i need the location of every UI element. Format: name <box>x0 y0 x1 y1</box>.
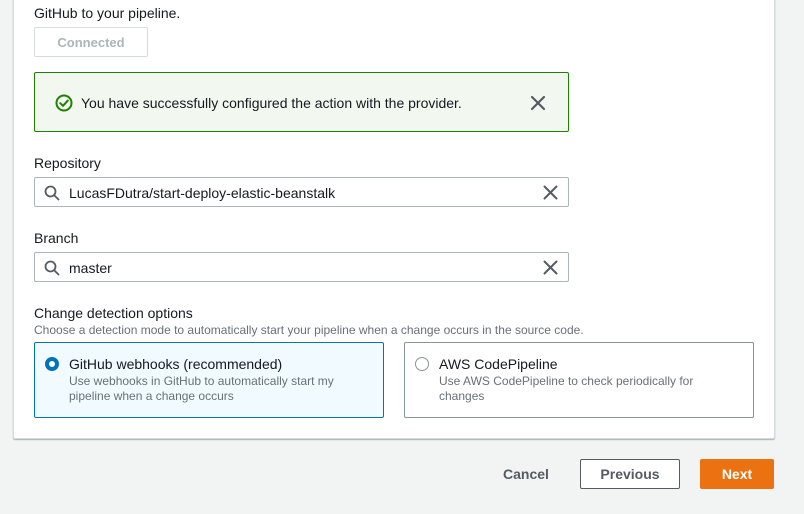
search-icon <box>44 260 60 276</box>
cancel-button[interactable]: Cancel <box>490 459 562 489</box>
success-flashbar: You have successfully configured the act… <box>34 72 569 132</box>
option-description: Use webhooks in GitHub to automatically … <box>69 374 334 403</box>
repository-value[interactable]: LucasFDutra/start-deploy-elastic-beansta… <box>69 185 335 201</box>
connected-button: Connected <box>34 27 148 57</box>
branch-label: Branch <box>34 230 79 246</box>
intro-text: GitHub to your pipeline. <box>34 5 181 21</box>
branch-value[interactable]: master <box>69 260 112 276</box>
radio-github-webhooks[interactable] <box>45 357 59 371</box>
option-aws-codepipeline[interactable]: AWS CodePipeline Use AWS CodePipeline to… <box>404 342 754 418</box>
check-circle-icon <box>55 94 73 112</box>
next-button[interactable]: Next <box>700 459 774 489</box>
option-github-webhooks[interactable]: GitHub webhooks (recommended) Use webhoo… <box>34 342 384 418</box>
clear-icon[interactable] <box>542 184 559 201</box>
option-description: Use AWS CodePipeline to check periodical… <box>439 374 694 403</box>
repository-label: Repository <box>34 155 101 171</box>
change-detection-label: Change detection options <box>34 305 193 321</box>
previous-button[interactable]: Previous <box>580 459 680 489</box>
clear-icon[interactable] <box>542 259 559 276</box>
option-title: AWS CodePipeline <box>439 356 558 372</box>
close-icon[interactable] <box>529 94 547 112</box>
radio-aws-codepipeline[interactable] <box>415 357 429 371</box>
flash-message: You have successfully configured the act… <box>81 95 462 111</box>
change-detection-description: Choose a detection mode to automatically… <box>34 323 584 337</box>
branch-input[interactable]: master <box>34 252 569 282</box>
repository-input[interactable]: LucasFDutra/start-deploy-elastic-beansta… <box>34 177 569 207</box>
option-title: GitHub webhooks (recommended) <box>69 356 283 372</box>
search-icon <box>44 185 60 201</box>
